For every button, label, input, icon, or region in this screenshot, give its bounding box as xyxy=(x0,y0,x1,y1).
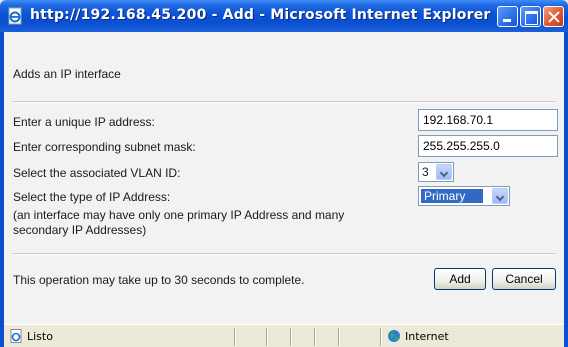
ip-type-value: Primary xyxy=(421,189,484,203)
globe-icon xyxy=(388,330,400,342)
vlan-id-select[interactable]: 3 xyxy=(418,162,454,182)
vlan-id-value: 3 xyxy=(422,165,429,179)
status-bar: Listo Internet xyxy=(4,324,564,347)
ip-address-input[interactable] xyxy=(418,109,558,131)
ie-page-icon xyxy=(8,7,22,25)
footer-note: This operation may take up to 30 seconds… xyxy=(13,273,305,287)
maximize-button[interactable] xyxy=(520,6,541,27)
ip-type-select[interactable]: Primary xyxy=(418,186,510,206)
divider xyxy=(13,101,555,103)
subnet-mask-label: Enter corresponding subnet mask: xyxy=(13,140,196,154)
ie-page-icon xyxy=(10,329,22,343)
status-separator xyxy=(290,328,292,346)
add-button[interactable]: Add xyxy=(434,268,486,290)
chevron-down-icon[interactable] xyxy=(436,164,452,180)
chevron-down-icon[interactable] xyxy=(492,188,508,204)
ip-address-label: Enter a unique IP address: xyxy=(13,115,155,129)
minimize-button[interactable] xyxy=(497,6,518,27)
status-separator xyxy=(266,328,268,346)
security-zone-label: Internet xyxy=(405,330,449,343)
ip-type-label: Select the type of IP Address: xyxy=(13,190,171,204)
divider xyxy=(13,253,555,255)
status-separator xyxy=(234,328,236,346)
page-heading: Adds an IP interface xyxy=(13,67,121,81)
cancel-button[interactable]: Cancel xyxy=(492,268,556,290)
status-separator xyxy=(338,328,340,346)
status-text: Listo xyxy=(27,330,53,343)
status-separator xyxy=(380,328,382,346)
page-content: Adds an IP interface Enter a unique IP a… xyxy=(4,32,564,324)
close-button[interactable] xyxy=(543,6,564,27)
ie-window: http://192.168.45.200 - Add - Microsoft … xyxy=(0,0,568,347)
vlan-id-label: Select the associated VLAN ID: xyxy=(13,166,181,180)
window-frame-right xyxy=(564,32,568,347)
title-bar[interactable]: http://192.168.45.200 - Add - Microsoft … xyxy=(0,0,568,32)
subnet-mask-input[interactable] xyxy=(418,135,558,157)
status-separator xyxy=(314,328,316,346)
ip-type-note: (an interface may have only one primary … xyxy=(13,208,345,237)
window-title: http://192.168.45.200 - Add - Microsoft … xyxy=(30,7,491,23)
